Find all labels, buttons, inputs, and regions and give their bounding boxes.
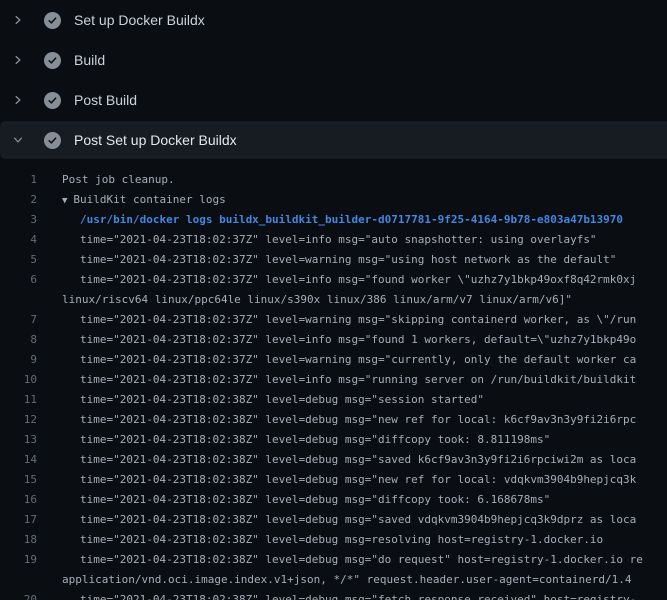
line-number[interactable]: 5 <box>0 250 37 270</box>
log-row: 4time="2021-04-23T18:02:37Z" level=info … <box>0 230 667 250</box>
step-label: Post Set up Docker Buildx <box>74 132 237 148</box>
chevron-right-icon <box>10 52 26 68</box>
line-number[interactable]: 13 <box>0 430 37 450</box>
log-row: 19time="2021-04-23T18:02:38Z" level=debu… <box>0 550 667 570</box>
command-text: /usr/bin/docker logs buildx_buildkit_bui… <box>37 210 623 230</box>
log-row: 14time="2021-04-23T18:02:38Z" level=debu… <box>0 450 667 470</box>
group-toggle-icon[interactable]: ▼ <box>62 196 67 206</box>
step-label: Set up Docker Buildx <box>74 12 205 28</box>
line-number[interactable]: 17 <box>0 510 37 530</box>
group-title[interactable]: BuildKit container logs <box>73 193 225 206</box>
log-row: 13time="2021-04-23T18:02:38Z" level=debu… <box>0 430 667 450</box>
log-text: time="2021-04-23T18:02:38Z" level=debug … <box>37 450 636 470</box>
actions-log-viewer: Set up Docker Buildx Build Post Build Post … <box>0 0 667 600</box>
log-text: time="2021-04-23T18:02:37Z" level=warnin… <box>37 310 636 330</box>
line-number[interactable]: 8 <box>0 330 37 350</box>
line-number[interactable]: 19 <box>0 550 37 570</box>
line-number[interactable]: 20 <box>0 590 37 600</box>
step-row-build[interactable]: Build <box>0 40 667 80</box>
log-row: 18time="2021-04-23T18:02:38Z" level=debu… <box>0 530 667 550</box>
chevron-down-icon <box>10 132 26 148</box>
log-text: time="2021-04-23T18:02:38Z" level=debug … <box>37 530 603 550</box>
line-number[interactable]: 2 <box>0 190 37 210</box>
line-number[interactable]: 11 <box>0 390 37 410</box>
line-number[interactable]: 15 <box>0 470 37 490</box>
line-number[interactable]: 18 <box>0 530 37 550</box>
chevron-right-icon <box>10 12 26 28</box>
log-area: 1Post job cleanup.2 ▼ BuildKit container l… <box>0 159 667 600</box>
log-text: time="2021-04-23T18:02:37Z" level=warnin… <box>37 350 636 370</box>
log-row: 20time="2021-04-23T18:02:38Z" level=debu… <box>0 590 667 600</box>
log-text: time="2021-04-23T18:02:37Z" level=warnin… <box>37 250 616 270</box>
log-text: application/vnd.oci.image.index.v1+json,… <box>37 570 632 590</box>
log-text: time="2021-04-23T18:02:38Z" level=debug … <box>37 430 550 450</box>
line-number[interactable]: 3 <box>0 210 37 230</box>
log-row: 9time="2021-04-23T18:02:37Z" level=warni… <box>0 350 667 370</box>
log-text: time="2021-04-23T18:02:38Z" level=debug … <box>37 490 550 510</box>
line-number[interactable]: 6 <box>0 270 37 290</box>
log-row: 6time="2021-04-23T18:02:37Z" level=info … <box>0 270 667 290</box>
check-circle-icon <box>44 92 61 109</box>
line-number[interactable]: 16 <box>0 490 37 510</box>
log-text: time="2021-04-23T18:02:37Z" level=info m… <box>37 270 636 290</box>
log-row: 17time="2021-04-23T18:02:38Z" level=debu… <box>0 510 667 530</box>
log-text: time="2021-04-23T18:02:38Z" level=debug … <box>37 510 636 530</box>
log-text: time="2021-04-23T18:02:37Z" level=info m… <box>37 230 597 250</box>
log-row: 2 ▼ BuildKit container logs <box>0 190 667 210</box>
check-circle-icon <box>44 132 61 149</box>
step-label: Post Build <box>74 92 137 108</box>
log-row: 12time="2021-04-23T18:02:38Z" level=debu… <box>0 410 667 430</box>
step-list: Set up Docker Buildx Build Post Build Post … <box>0 0 667 159</box>
step-row-post-set-up-docker-buildx[interactable]: Post Set up Docker Buildx <box>0 121 667 159</box>
step-label: Build <box>74 52 105 68</box>
log-row: 1Post job cleanup. <box>0 170 667 190</box>
log-row: 8time="2021-04-23T18:02:37Z" level=info … <box>0 330 667 350</box>
log-text: time="2021-04-23T18:02:38Z" level=debug … <box>37 590 636 600</box>
line-number[interactable]: 4 <box>0 230 37 250</box>
log-row: 11time="2021-04-23T18:02:38Z" level=debu… <box>0 390 667 410</box>
log-row: linux/riscv64 linux/ppc64le linux/s390x … <box>0 290 667 310</box>
log-text: time="2021-04-23T18:02:38Z" level=debug … <box>37 550 643 570</box>
log-text: time="2021-04-23T18:02:37Z" level=info m… <box>37 370 636 390</box>
log-text: Post job cleanup. <box>37 170 175 190</box>
log-text: time="2021-04-23T18:02:38Z" level=debug … <box>37 390 484 410</box>
log-row: 7time="2021-04-23T18:02:37Z" level=warni… <box>0 310 667 330</box>
log-row: 16time="2021-04-23T18:02:38Z" level=debu… <box>0 490 667 510</box>
line-number[interactable]: 9 <box>0 350 37 370</box>
line-number[interactable]: 14 <box>0 450 37 470</box>
line-number[interactable]: 12 <box>0 410 37 430</box>
log-row: 3/usr/bin/docker logs buildx_buildkit_bu… <box>0 210 667 230</box>
step-row-set-up-docker-buildx[interactable]: Set up Docker Buildx <box>0 0 667 40</box>
chevron-right-icon <box>10 92 26 108</box>
log-text: time="2021-04-23T18:02:38Z" level=debug … <box>37 470 636 490</box>
line-number[interactable]: 10 <box>0 370 37 390</box>
log-row: 10time="2021-04-23T18:02:37Z" level=info… <box>0 370 667 390</box>
line-number <box>0 290 37 310</box>
log-row: 5time="2021-04-23T18:02:37Z" level=warni… <box>0 250 667 270</box>
check-circle-icon <box>44 12 61 29</box>
check-circle-icon <box>44 52 61 69</box>
line-number <box>0 570 37 590</box>
log-row: 15time="2021-04-23T18:02:38Z" level=debu… <box>0 470 667 490</box>
step-row-post-build[interactable]: Post Build <box>0 80 667 120</box>
log-text: ▼ BuildKit container logs <box>37 190 226 210</box>
line-number[interactable]: 7 <box>0 310 37 330</box>
log-row: application/vnd.oci.image.index.v1+json,… <box>0 570 667 590</box>
log-text: linux/riscv64 linux/ppc64le linux/s390x … <box>37 290 572 310</box>
log-text: time="2021-04-23T18:02:38Z" level=debug … <box>37 410 636 430</box>
log-text: time="2021-04-23T18:02:37Z" level=info m… <box>37 330 636 350</box>
line-number[interactable]: 1 <box>0 170 37 190</box>
